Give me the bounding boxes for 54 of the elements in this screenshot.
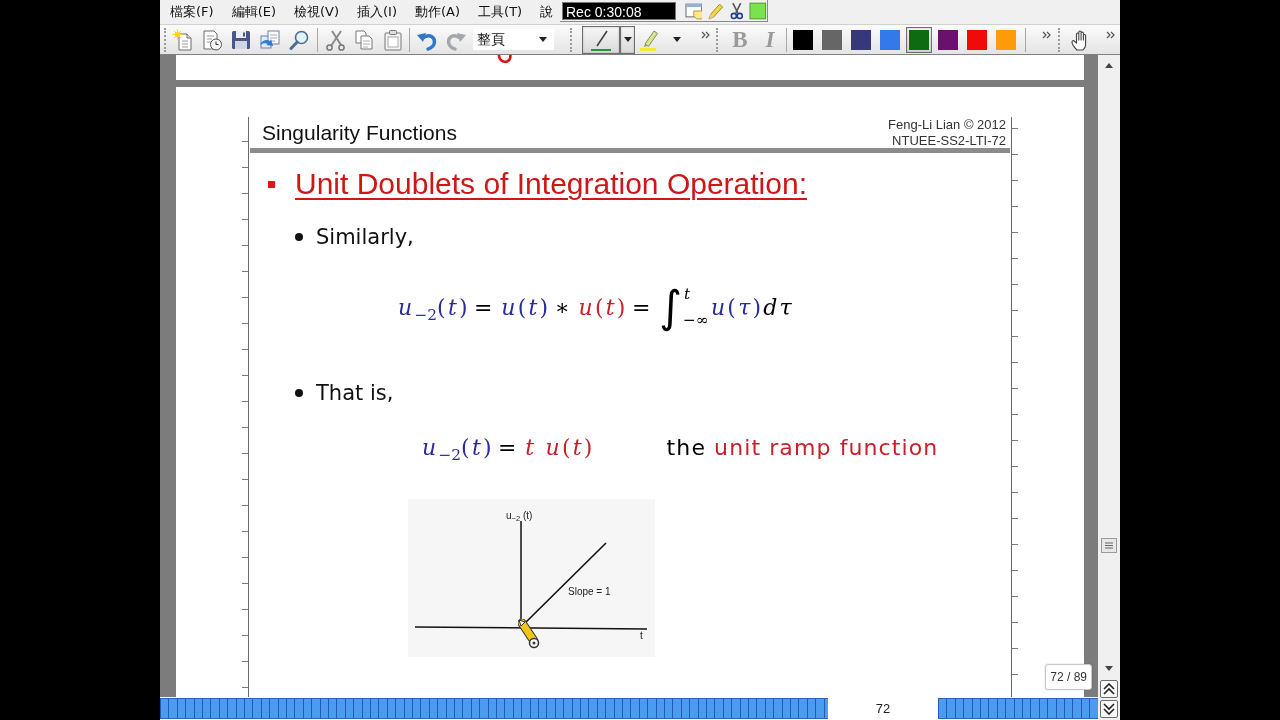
grip-icon	[1104, 542, 1114, 549]
menu-item[interactable]: 工具(T)	[476, 1, 525, 23]
menu-item[interactable]: 動作(A)	[413, 1, 463, 23]
square-icon	[749, 1, 767, 20]
save-icon	[230, 28, 252, 51]
axis-label: t	[640, 630, 643, 641]
copy-icon	[353, 28, 375, 51]
menu-item[interactable]: 編輯(E)	[229, 1, 278, 23]
axis-label: u$_{−2}$ (t)	[506, 510, 533, 521]
menu-item[interactable]: 插入(I)	[355, 1, 399, 23]
new-document-icon	[172, 28, 194, 51]
pencil-cursor-icon	[518, 619, 542, 649]
menu-item[interactable]: 說	[538, 1, 556, 23]
recording-timer: Rec 0:30:08	[562, 1, 676, 20]
bullet-text: That is,	[316, 380, 394, 407]
double-chevron-up-icon	[1103, 683, 1115, 695]
triangle-up-icon	[1105, 62, 1113, 68]
double-chevron-down-icon	[1103, 703, 1115, 715]
overflow-chevron-icon	[700, 31, 710, 39]
slide-heading: Unit Doublets of Integration Operation:	[295, 167, 807, 201]
next-page-button[interactable]	[1100, 700, 1118, 718]
note-window-icon	[684, 1, 703, 20]
menu-item[interactable]: 檢視(V)	[292, 1, 342, 23]
bullet-icon	[295, 233, 303, 241]
equation-note: the unit ramp function	[666, 434, 939, 460]
text-fragment	[497, 55, 513, 64]
pencil-icon	[706, 1, 724, 20]
triangle-down-icon	[1105, 665, 1113, 671]
credit-line: NTUEE-SS2-LTI-72	[892, 133, 1006, 149]
equation: u$_{−2}$(t) = t u(t)	[422, 434, 595, 460]
paste-icon	[382, 28, 404, 51]
pages-arrow-icon	[259, 28, 281, 51]
bullet-icon	[295, 389, 303, 397]
page-number: 72	[875, 701, 891, 716]
scissors-icon	[324, 28, 346, 51]
search-icon	[288, 28, 310, 51]
overflow-chevron-icon	[1105, 31, 1115, 39]
overflow-chevron-icon	[1041, 31, 1051, 39]
document-clock-icon	[201, 28, 223, 51]
scroll-thumb[interactable]	[1101, 538, 1117, 553]
zoom-dropdown[interactable]: 整頁	[473, 29, 554, 50]
page-counter: 72 / 89	[1045, 664, 1092, 690]
slide-title: Singularity Functions	[262, 120, 457, 145]
pen-menu-button[interactable]	[620, 25, 635, 54]
caret-icon	[673, 37, 681, 42]
bullet-text: Similarly,	[316, 224, 414, 251]
credit-line: Feng-Li Lian © 2012	[888, 117, 1006, 133]
caret-icon	[539, 37, 547, 42]
previous-page-button[interactable]	[1100, 680, 1118, 698]
menu-item[interactable]: 檔案(F)	[168, 1, 216, 23]
pen-tool-button[interactable]	[582, 25, 620, 54]
slope-label: Slope = 1	[568, 586, 611, 597]
square-bullet-icon	[268, 180, 275, 188]
caret-icon	[623, 37, 632, 42]
